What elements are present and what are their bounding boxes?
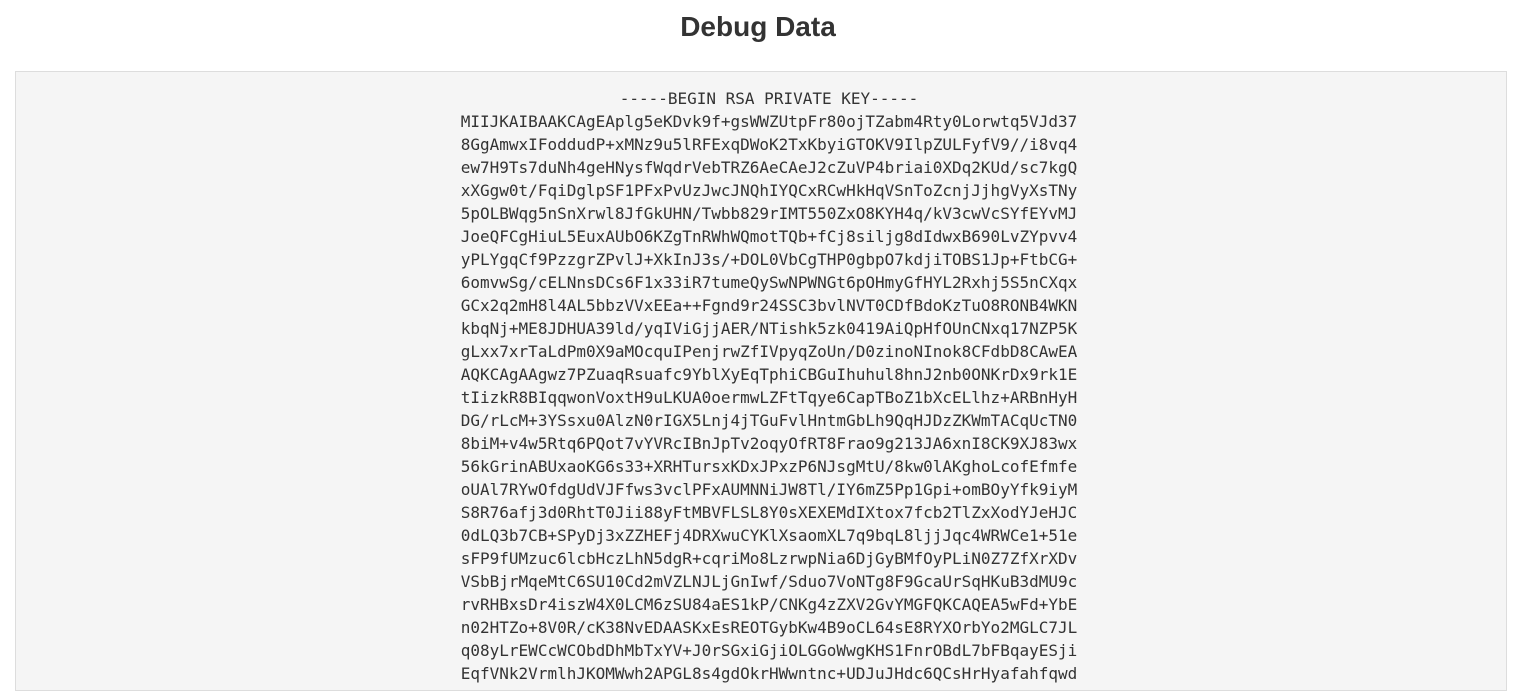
key-line: n02HTZo+8V0R/cK38NvEDAASKxEsREOTGybKw4B9…: [460, 618, 1078, 637]
key-line: 56kGrinABUxaoKG6s33+XRHTursxKDxJPxzP6NJs…: [460, 457, 1078, 476]
key-line: 0dLQ3b7CB+SPyDj3xZZHEFj4DRXwuCYKlXsaomXL…: [460, 526, 1078, 545]
key-line: kbqNj+ME8JDHUA39ld/yqIViGjjAER/NTishk5zk…: [460, 319, 1078, 338]
key-line: rvRHBxsDr4iszW4X0LCM6zSU84aES1kP/CNKg4zZ…: [460, 595, 1078, 614]
key-line: sFP9fUMzuc6lcbHczLhN5dgR+cqriMo8LzrwpNia…: [460, 549, 1078, 568]
key-line: tIizkR8BIqqwonVoxtH9uLKUA0oermwLZFtTqye6…: [460, 388, 1078, 407]
key-line: JoeQFCgHiuL5EuxAUbO6KZgTnRWhWQmotTQb+fCj…: [460, 227, 1078, 246]
key-line: S8R76afj3d0RhtT0Jii88yFtMBVFLSL8Y0sXEXEM…: [460, 503, 1078, 522]
key-header: -----BEGIN RSA PRIVATE KEY-----: [619, 89, 919, 108]
key-line: 8biM+v4w5Rtq6PQot7vYVRcIBnJpTv2oqyOfRT8F…: [460, 434, 1078, 453]
key-line: xXGgw0t/FqiDglpSF1PFxPvUzJwcJNQhIYQCxRCw…: [460, 181, 1078, 200]
page-title: Debug Data: [680, 11, 836, 42]
key-line: 8GgAmwxIFoddudP+xMNz9u5lRFExqDWoK2TxKbyi…: [460, 135, 1078, 154]
key-line: yPLYgqCf9PzzgrZPvlJ+XkInJ3s/+DOL0VbCgTHP…: [460, 250, 1078, 269]
key-line: 5pOLBWqg5nSnXrwl8JfGkUHN/Twbb829rIMT550Z…: [460, 204, 1078, 223]
key-line: 6omvwSg/cELNnsDCs6F1x33iR7tumeQySwNPWNGt…: [460, 273, 1078, 292]
private-key-block: -----BEGIN RSA PRIVATE KEY----- MIIJKAIBA…: [419, 87, 1119, 685]
key-line: EqfVNk2VrmlhJKOMWwh2APGL8s4gdOkrHWwntnc+…: [460, 664, 1078, 683]
key-line: gLxx7xrTaLdPm0X9aMOcquIPenjrwZfIVpyqZoUn…: [460, 342, 1078, 361]
key-line: GCx2q2mH8l4AL5bbzVVxEEa++Fgnd9r24SSC3bvl…: [460, 296, 1078, 315]
key-line: AQKCAgAAgwz7PZuaqRsuafc9YblXyEqTphiCBGuI…: [460, 365, 1078, 384]
key-line: MIIJKAIBAAKCAgEAplg5eKDvk9f+gsWWZUtpFr80…: [460, 112, 1078, 131]
key-line: ew7H9Ts7duNh4geHNysfWqdrVebTRZ6AeCAeJ2cZ…: [460, 158, 1078, 177]
key-line: q08yLrEWCcWCObdDhMbTxYV+J0rSGxiGjiOLGGoW…: [460, 641, 1078, 660]
key-line: oUAl7RYwOfdgUdVJFfws3vclPFxAUMNNiJW8Tl/I…: [460, 480, 1078, 499]
key-line: DG/rLcM+3YSsxu0AlzN0rIGX5Lnj4jTGuFvlHntm…: [460, 411, 1078, 430]
key-line: VSbBjrMqeMtC6SU10Cd2mVZLNJLjGnIwf/Sduo7V…: [460, 572, 1078, 591]
debug-data-panel: -----BEGIN RSA PRIVATE KEY----- MIIJKAIBA…: [15, 71, 1507, 691]
